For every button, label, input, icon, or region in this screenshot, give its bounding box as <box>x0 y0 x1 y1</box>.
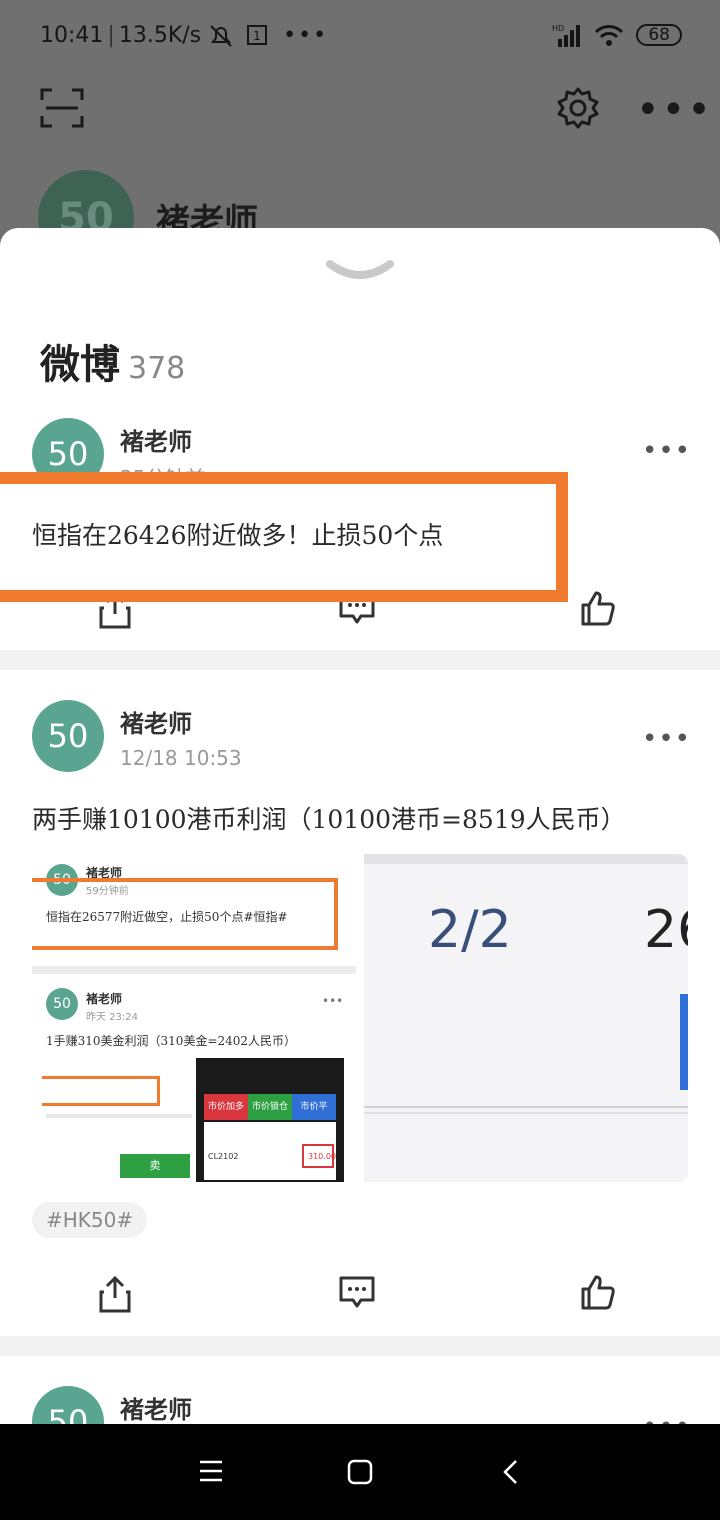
mini-trade-button: 市价平 <box>292 1094 336 1120</box>
post-count: 378 <box>128 351 186 386</box>
mini-more-icon: ••• <box>322 994 344 1008</box>
image-mini-card: 50 褚老师 昨天 23:24 ••• 1手赚310美金利润（310美金=240… <box>32 974 356 1182</box>
mini-trade-symbol: CL2102 <box>208 1152 239 1161</box>
back-icon[interactable] <box>500 1458 522 1486</box>
status-separator: | <box>107 22 115 48</box>
battery-indicator: 68 <box>636 24 682 46</box>
post-more-icon[interactable]: ••• <box>642 436 691 466</box>
mini-time: 昨天 23:24 <box>86 1012 138 1023</box>
like-icon[interactable] <box>580 1274 616 1310</box>
post-more-icon[interactable]: ••• <box>642 1412 691 1424</box>
mini-highlight-box <box>32 878 338 950</box>
mini-content: 1手赚310美金利润（310美金=2402人民币） <box>46 1034 297 1048</box>
status-bar: 10:41 | 13.5K/s 1 ••• HD 68 <box>0 0 720 70</box>
avatar[interactable]: 50 <box>32 1386 104 1424</box>
image-top-strip <box>364 854 688 864</box>
gear-icon[interactable] <box>556 86 600 130</box>
profile-top-bar: ••• <box>0 80 720 136</box>
post-divider <box>0 650 720 670</box>
more-options-icon[interactable]: ••• <box>636 90 713 130</box>
system-navigation-bar <box>0 1424 720 1520</box>
home-icon[interactable] <box>346 1458 374 1486</box>
post-card[interactable]: 50 褚老师 12/18 10:53 ••• 两手赚10100港币利润（1010… <box>0 670 720 1336</box>
author-name[interactable]: 褚老师 <box>120 1390 192 1424</box>
svg-text:1: 1 <box>253 29 261 43</box>
network-badge: HD <box>552 24 564 33</box>
image-line <box>364 1112 688 1114</box>
avatar[interactable]: 50 <box>32 700 104 772</box>
image-partial-text: 26 <box>644 900 688 960</box>
mute-bell-icon <box>210 25 232 47</box>
author-name[interactable]: 褚老师 <box>120 704 192 739</box>
like-icon[interactable] <box>580 590 616 626</box>
share-icon[interactable] <box>98 1274 132 1314</box>
menu-icon[interactable] <box>198 1458 224 1484</box>
weibo-bottom-sheet: 微博 378 50 褚老师 25分钟前 ••• 恒指在26426附近做多！止损5… <box>0 228 720 1424</box>
mini-trade-table: CL2102 310.00 <box>204 1122 336 1180</box>
more-notifications-icon: ••• <box>283 22 329 48</box>
sheet-title: 微博 378 <box>40 332 185 390</box>
post-more-icon[interactable]: ••• <box>642 724 691 754</box>
mini-avatar: 50 <box>46 988 78 1020</box>
mini-nested-highlight <box>42 1076 160 1106</box>
scan-icon[interactable] <box>40 86 84 130</box>
author-name[interactable]: 褚老师 <box>120 422 192 457</box>
post-card[interactable]: 50 褚老师 ••• <box>0 1356 720 1424</box>
mini-trade-button: 市价加多 <box>204 1094 248 1120</box>
status-network-speed: 13.5K/s <box>118 22 202 48</box>
mini-trade-button: 市价锁仓 <box>248 1094 292 1120</box>
mini-sell-button: 卖 <box>120 1154 190 1178</box>
collapse-chevron-icon[interactable] <box>324 256 396 286</box>
image-blue-bar <box>680 994 688 1090</box>
mini-trade-screenshot: 市价加多 市价锁仓 市价平 CL2102 310.00 <box>196 1058 344 1182</box>
image-page-indicator: 2/2 <box>428 900 512 960</box>
hashtag-chip[interactable]: #HK50# <box>32 1202 148 1238</box>
post-content: 恒指在26426附近做多！止损50个点 <box>32 521 444 550</box>
post-actions <box>0 1274 720 1324</box>
sim-card-icon: 1 <box>247 25 268 45</box>
post-image-2[interactable]: 2/2 26 <box>364 854 688 1182</box>
wifi-icon <box>595 25 624 46</box>
signal-icon: HD <box>552 24 581 47</box>
status-time: 10:41 <box>40 22 104 48</box>
post-content: 两手赚10100港币利润（10100港币=8519人民币） <box>32 805 626 834</box>
section-title: 微博 <box>40 342 120 388</box>
image-mini-card: 50 褚老师 59分钟前 恒指在26577附近做空，止损50个点#恒指# <box>32 854 356 966</box>
image-line <box>364 1106 688 1108</box>
comment-icon[interactable] <box>338 1274 376 1310</box>
mini-name: 褚老师 <box>86 992 123 1006</box>
post-divider <box>0 1336 720 1356</box>
post-image-1[interactable]: 50 褚老师 59分钟前 恒指在26577附近做空，止损50个点#恒指# 50 … <box>32 854 356 1182</box>
post-time: 12/18 10:53 <box>120 746 242 770</box>
mini-trade-value: 310.00 <box>308 1152 336 1161</box>
